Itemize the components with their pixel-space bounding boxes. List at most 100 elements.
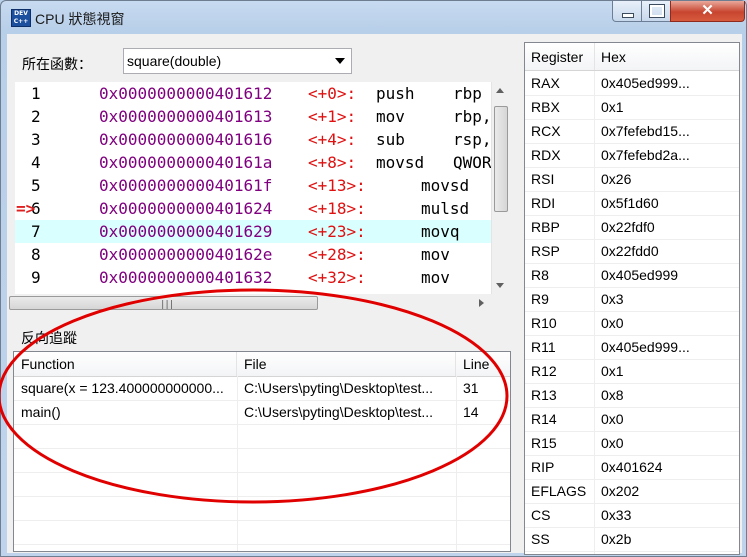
- register-hex-cell: 0x405ed999: [601, 267, 679, 283]
- backtrace-table[interactable]: Function File Line square(x = 123.400000…: [13, 351, 511, 552]
- disassembly-line[interactable]: 4 0x000000000040161a <+8>: movsd QWOR: [15, 151, 497, 174]
- register-row[interactable]: R14 0x0: [525, 407, 739, 432]
- scroll-right-icon[interactable]: [479, 299, 484, 307]
- register-name-cell: R13: [531, 387, 557, 403]
- scroll-up-icon[interactable]: [496, 88, 504, 93]
- current-instruction-arrow-icon: =>: [16, 199, 36, 218]
- title-bar[interactable]: DEV C++ CPU 狀態視窗 ✕: [1, 1, 746, 33]
- disassembly-line[interactable]: 9 0x0000000000401632 <+32>: mov: [15, 266, 497, 289]
- line-number: 3: [31, 130, 41, 149]
- backtrace-header: Function File Line: [14, 352, 510, 377]
- disassembly-vertical-scrollbar[interactable]: [491, 82, 509, 294]
- backtrace-label: 反向追蹤: [21, 330, 77, 346]
- register-hex-cell: 0x405ed999...: [601, 75, 690, 91]
- instruction-address: 0x0000000000401613: [99, 107, 273, 126]
- register-name-cell: RAX: [531, 75, 560, 91]
- register-name-cell: SS: [531, 531, 550, 547]
- instruction-operand: rbp: [453, 84, 482, 103]
- instruction-operand: rsp,: [453, 130, 492, 149]
- column-header-function[interactable]: Function: [14, 352, 237, 376]
- minimize-button[interactable]: [612, 1, 642, 22]
- instruction-offset: <+28>:: [308, 245, 366, 264]
- instruction-offset: <+18>:: [308, 199, 366, 218]
- vertical-scroll-thumb[interactable]: [494, 106, 508, 212]
- register-row[interactable]: R13 0x8: [525, 383, 739, 408]
- app-icon: DEV C++: [11, 9, 31, 27]
- register-name-cell: RBX: [531, 99, 560, 115]
- disassembly-horizontal-scrollbar[interactable]: |||: [7, 294, 509, 311]
- row-divider: [14, 424, 510, 425]
- disassembly-line[interactable]: 5 0x000000000040161f <+13>: movsd: [15, 174, 497, 197]
- register-row[interactable]: RDI 0x5f1d60: [525, 191, 739, 216]
- disassembly-line[interactable]: 6 => 0x0000000000401624 <+18>: mulsd: [15, 197, 497, 220]
- register-row[interactable]: EFLAGS 0x202: [525, 479, 739, 504]
- register-row[interactable]: RSP 0x22fdd0: [525, 239, 739, 264]
- column-header-hex[interactable]: Hex: [594, 43, 739, 70]
- instruction-address: 0x000000000040161f: [99, 176, 273, 195]
- maximize-icon: [649, 4, 665, 18]
- register-table[interactable]: Register Hex RAX 0x405ed999... RBX 0x1 RCX 0x…: [524, 42, 740, 555]
- instruction-operand: QWOR: [453, 153, 492, 172]
- register-row[interactable]: R15 0x0: [525, 431, 739, 456]
- function-combobox[interactable]: square(double): [123, 48, 352, 74]
- register-name-cell: RSP: [531, 243, 560, 259]
- instruction-opcode: movq: [421, 222, 460, 241]
- cpu-window: DEV C++ CPU 狀態視窗 ✕ 所在函數： square(double) …: [0, 0, 747, 557]
- minimize-icon: [622, 13, 634, 18]
- register-hex-cell: 0x22fdd0: [601, 243, 659, 259]
- register-row[interactable]: SS 0x2b: [525, 527, 739, 552]
- register-row[interactable]: R11 0x405ed999...: [525, 335, 739, 360]
- line-number: 4: [31, 153, 41, 172]
- register-row[interactable]: R12 0x1: [525, 359, 739, 384]
- backtrace-row[interactable]: main() C:\Users\pyting\Desktop\test... 14: [14, 400, 510, 424]
- client-area: 所在函數： square(double) 1 0x0000000000401612…: [7, 34, 742, 555]
- register-row[interactable]: R9 0x3: [525, 287, 739, 312]
- column-header-file[interactable]: File: [237, 352, 456, 376]
- register-hex-cell: 0x0: [601, 315, 624, 331]
- line-number: 1: [31, 84, 41, 103]
- scroll-down-icon[interactable]: [496, 283, 504, 288]
- instruction-address: 0x000000000040161a: [99, 153, 273, 172]
- disassembly-line[interactable]: 2 0x0000000000401613 <+1>: mov rbp,: [15, 105, 497, 128]
- horizontal-scroll-thumb[interactable]: |||: [9, 296, 318, 310]
- maximize-button[interactable]: [641, 1, 671, 22]
- register-row[interactable]: R10 0x0: [525, 311, 739, 336]
- disassembly-view[interactable]: 1 0x0000000000401612 <+0>: push rbp 2 0x000000…: [15, 82, 509, 294]
- register-row[interactable]: RAX 0x405ed999...: [525, 71, 739, 96]
- register-name-cell: R9: [531, 291, 549, 307]
- register-hex-cell: 0x0: [601, 435, 624, 451]
- column-header-line[interactable]: Line: [456, 352, 510, 376]
- disassembly-line[interactable]: 1 0x0000000000401612 <+0>: push rbp: [15, 82, 497, 105]
- register-row[interactable]: RBX 0x1: [525, 95, 739, 120]
- register-hex-cell: 0x0: [601, 411, 624, 427]
- instruction-address: 0x0000000000401632: [99, 268, 273, 287]
- chevron-down-icon[interactable]: [335, 58, 345, 64]
- backtrace-file-cell: C:\Users\pyting\Desktop\test...: [244, 404, 434, 420]
- register-row[interactable]: RIP 0x401624: [525, 455, 739, 480]
- instruction-offset: <+1>:: [308, 107, 357, 126]
- register-row[interactable]: RBP 0x22fdf0: [525, 215, 739, 240]
- column-header-register[interactable]: Register: [525, 43, 594, 70]
- register-row[interactable]: CS 0x33: [525, 503, 739, 528]
- row-divider: [14, 472, 510, 473]
- register-row[interactable]: R8 0x405ed999: [525, 263, 739, 288]
- instruction-opcode: mov: [376, 107, 405, 126]
- close-button[interactable]: ✕: [670, 1, 745, 22]
- register-name-cell: RDI: [531, 195, 556, 211]
- backtrace-row[interactable]: square(x = 123.400000000000... C:\Users\p…: [14, 376, 510, 400]
- line-number: 7: [31, 222, 41, 241]
- instruction-opcode: mov: [421, 268, 450, 287]
- disassembly-line[interactable]: 3 0x0000000000401616 <+4>: sub rsp,: [15, 128, 497, 151]
- disassembly-line[interactable]: 7 0x0000000000401629 <+23>: movq: [15, 220, 497, 243]
- register-row[interactable]: RCX 0x7fefebd15...: [525, 119, 739, 144]
- grip-icon: |||: [160, 300, 174, 310]
- instruction-opcode: mov: [421, 245, 450, 264]
- register-row[interactable]: RSI 0x26: [525, 167, 739, 192]
- row-divider: [14, 520, 510, 521]
- register-row[interactable]: RDX 0x7fefebd2a...: [525, 143, 739, 168]
- disassembly-line[interactable]: 8 0x000000000040162e <+28>: mov: [15, 243, 497, 266]
- row-divider: [14, 544, 510, 545]
- close-icon: ✕: [701, 2, 714, 19]
- register-name-cell: RSI: [531, 171, 555, 187]
- instruction-opcode: push: [376, 84, 415, 103]
